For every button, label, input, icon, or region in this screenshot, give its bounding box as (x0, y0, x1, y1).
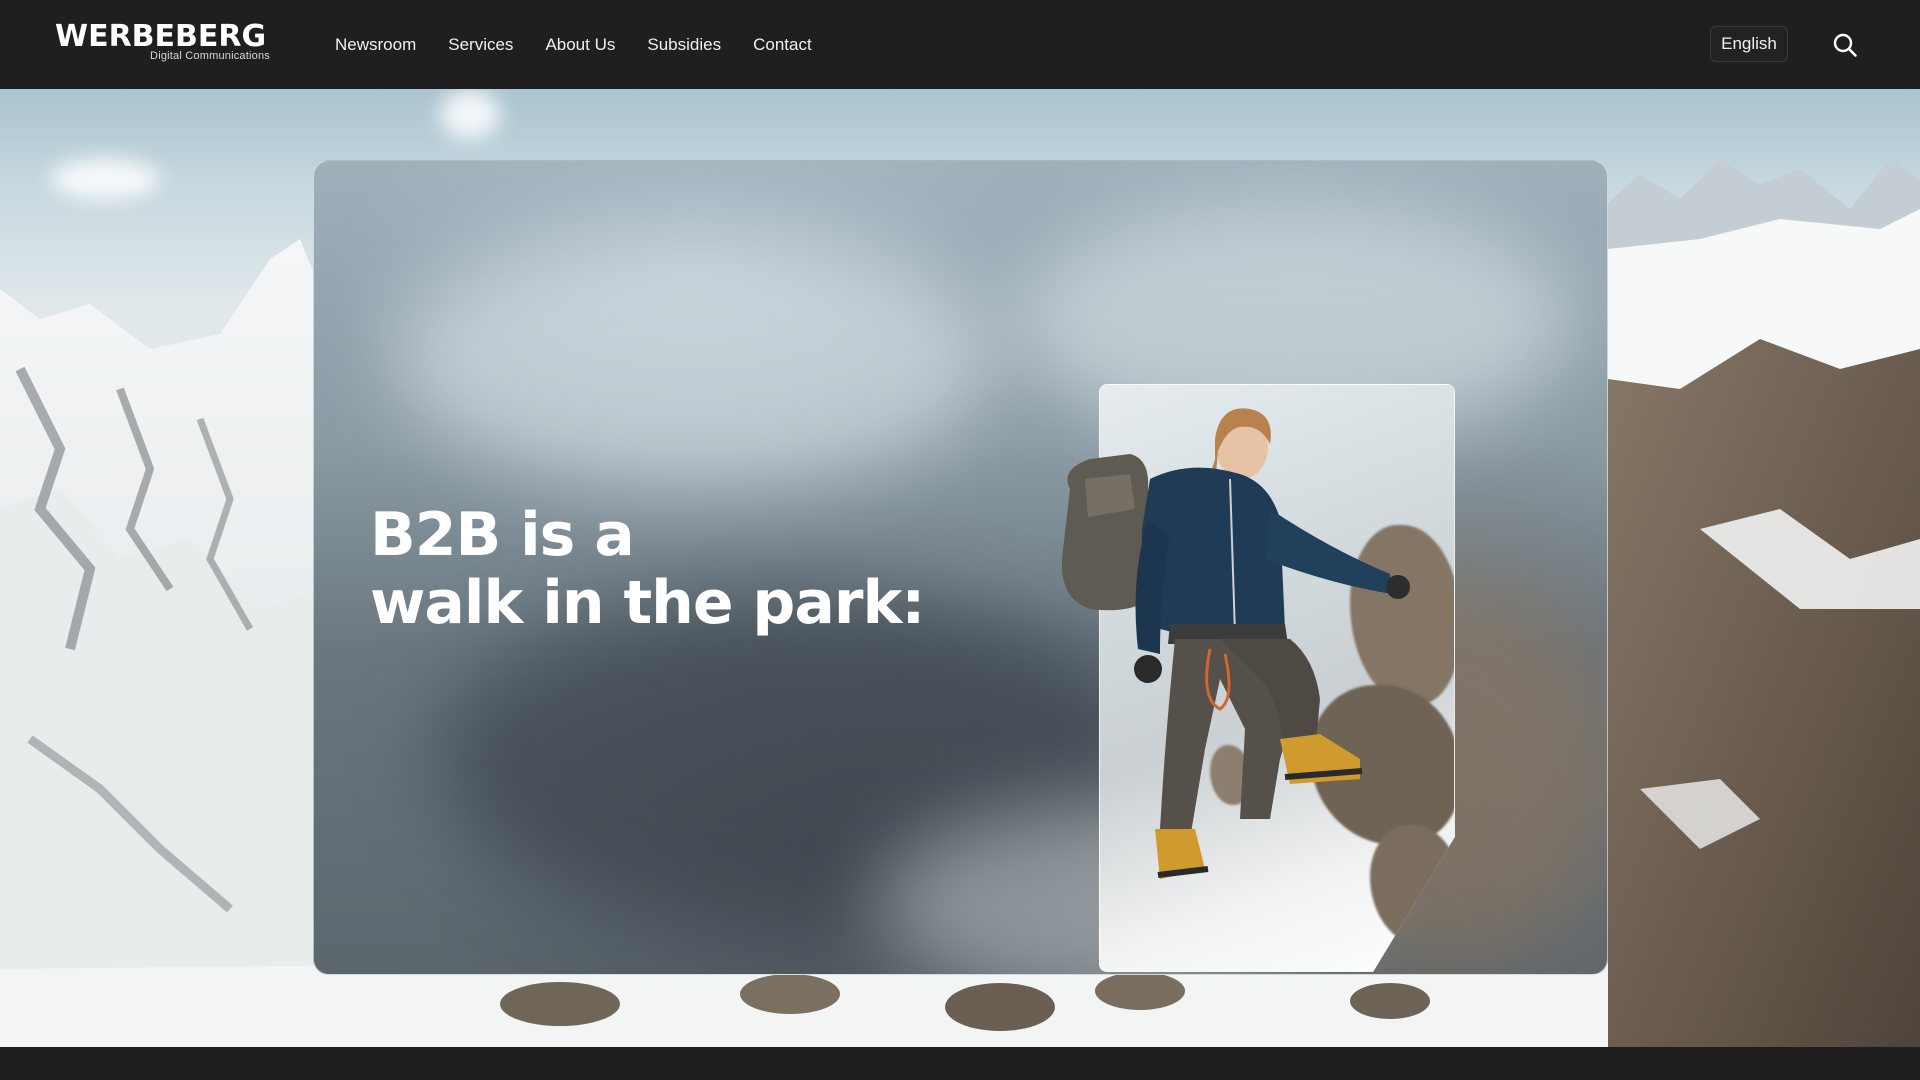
hero-title-line-2: walk in the park: (370, 568, 925, 638)
hero-title-line-1: B2B is a (370, 500, 635, 570)
hero-title: B2B is a walk in the park: (370, 500, 925, 638)
site-header: WERBEBERG Digital Communications Newsroo… (0, 0, 1920, 89)
language-button[interactable]: English (1710, 26, 1788, 62)
blur-blob (394, 231, 994, 491)
logo[interactable]: WERBEBERG Digital Communications (55, 19, 270, 67)
logo-tagline: Digital Communications (150, 50, 270, 62)
climber-illustration (1061, 408, 1410, 879)
main-nav: Newsroom Services About Us Subsidies Con… (335, 0, 844, 89)
nav-newsroom[interactable]: Newsroom (335, 35, 416, 55)
nav-subsidies[interactable]: Subsidies (647, 35, 721, 55)
nav-about-us[interactable]: About Us (545, 35, 615, 55)
hero-section: B2B is a walk in the park: (0, 89, 1920, 1047)
cloud (440, 89, 500, 139)
footer-strip (0, 1047, 1920, 1080)
search-icon (1833, 33, 1857, 57)
cloud (50, 159, 160, 199)
nav-services[interactable]: Services (448, 35, 513, 55)
search-button[interactable] (1832, 32, 1858, 58)
nav-contact[interactable]: Contact (753, 35, 812, 55)
